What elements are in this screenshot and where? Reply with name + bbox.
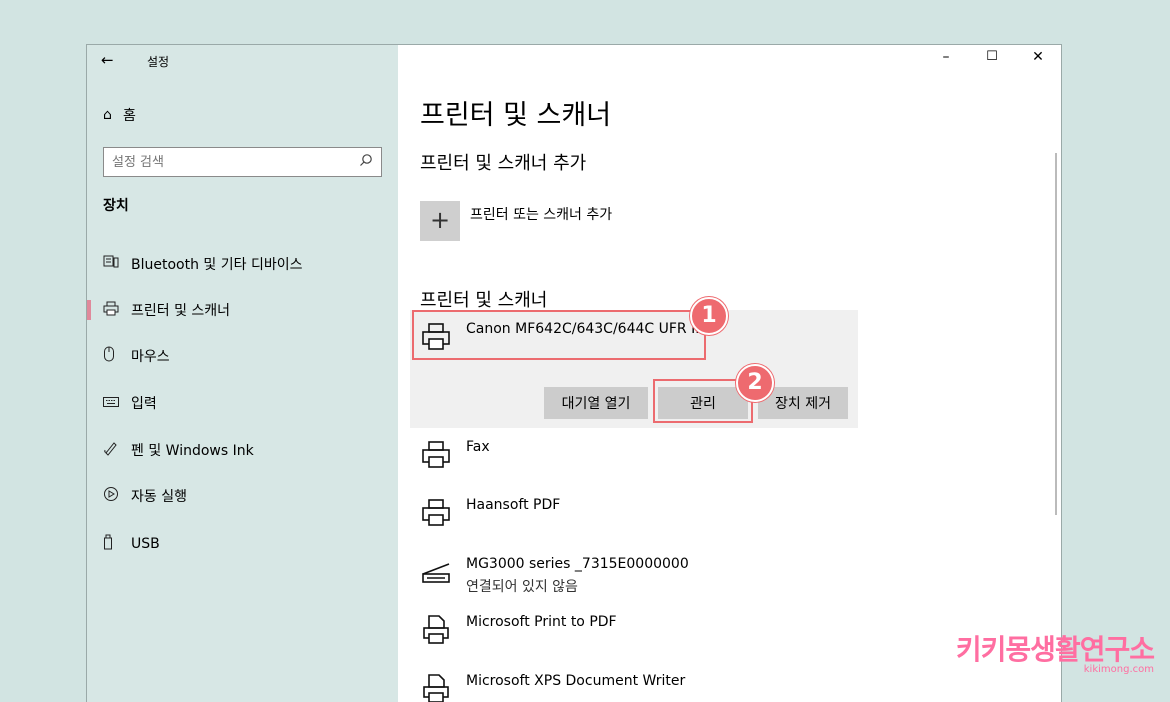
sidebar-item-printers[interactable]: 프린터 및 스캐너 (87, 299, 231, 321)
sidebar-item-pen[interactable]: 펜 및 Windows Ink (103, 439, 254, 461)
maximize-button[interactable]: ☐ (969, 49, 1015, 71)
step-badge-1: 1 (690, 297, 728, 335)
sidebar-item-mouse[interactable]: 마우스 (103, 345, 170, 367)
device-name: Microsoft XPS Document Writer (466, 673, 686, 689)
add-printer-label[interactable]: 프린터 또는 스캐너 추가 (470, 204, 612, 224)
home-icon: ⌂ (103, 107, 112, 123)
sidebar-item-label: Bluetooth 및 기타 디바이스 (131, 257, 303, 273)
bluetooth-device-icon (103, 255, 131, 273)
printer-icon (420, 497, 466, 533)
device-name: Haansoft PDF (466, 497, 561, 513)
keyboard-icon (103, 396, 131, 411)
sidebar-item-bluetooth[interactable]: Bluetooth 및 기타 디바이스 (103, 253, 302, 275)
sidebar: ← 설정 ⌂ 홈 장치 Bluetooth 및 기타 디바이스 프린터 및 스캐… (87, 45, 398, 702)
step-badge-2: 2 (736, 364, 774, 402)
nav-home[interactable]: ⌂ 홈 (103, 105, 136, 125)
sidebar-item-usb[interactable]: USB (103, 533, 160, 555)
sidebar-item-label: 자동 실행 (131, 489, 187, 505)
sidebar-item-label: 입력 (131, 396, 157, 412)
sidebar-item-label: 펜 및 Windows Ink (131, 443, 254, 459)
back-arrow-icon[interactable]: ← (101, 51, 114, 69)
scanner-icon (420, 556, 466, 596)
sidebar-item-input[interactable]: 입력 (103, 392, 157, 414)
section-label: 장치 (103, 198, 129, 214)
printer-icon (420, 439, 466, 475)
plus-icon: + (429, 206, 451, 234)
mouse-icon (103, 346, 131, 366)
watermark-text: 키키몽생활연구소 (955, 633, 1155, 666)
search-input[interactable] (112, 154, 352, 170)
close-button[interactable]: ✕ (1015, 49, 1061, 71)
document-printer-icon (420, 614, 466, 650)
add-section-title: 프린터 및 스캐너 추가 (420, 153, 587, 174)
settings-window: ← 설정 ⌂ 홈 장치 Bluetooth 및 기타 디바이스 프린터 및 스캐… (86, 44, 1062, 702)
sidebar-item-label: 마우스 (131, 349, 170, 365)
watermark: 키키몽생활연구소 kikimong.com (955, 628, 1155, 675)
app-title: 설정 (147, 55, 170, 69)
open-queue-button[interactable]: 대기열 열기 (544, 387, 648, 419)
pen-icon (103, 440, 131, 460)
sidebar-item-label: 프린터 및 스캐너 (131, 303, 231, 319)
document-printer-icon (420, 673, 466, 702)
printer-icon (103, 301, 131, 320)
device-item-haansoft[interactable]: Haansoft PDF (420, 497, 860, 533)
autoplay-icon (103, 486, 131, 506)
device-status: 연결되어 있지 않음 (466, 579, 578, 595)
device-name: Fax (466, 439, 490, 455)
sidebar-item-autoplay[interactable]: 자동 실행 (103, 485, 187, 507)
search-box[interactable] (103, 147, 382, 177)
sidebar-item-label: USB (131, 536, 160, 552)
nav-home-label: 홈 (123, 108, 136, 124)
highlight-device-box (412, 310, 706, 360)
scrollbar[interactable] (1055, 153, 1057, 515)
device-item-fax[interactable]: Fax (420, 439, 860, 475)
device-name: Microsoft Print to PDF (466, 614, 617, 630)
device-item-mg3000[interactable]: MG3000 series _7315E0000000 연결되어 있지 않음 (420, 556, 860, 596)
device-name: MG3000 series _7315E0000000 (466, 556, 689, 572)
device-item-ms-pdf[interactable]: Microsoft Print to PDF (420, 614, 860, 650)
add-printer-button[interactable]: + (420, 201, 460, 241)
minimize-button[interactable]: – (923, 49, 969, 71)
list-section-title: 프린터 및 스캐너 (420, 290, 548, 311)
main-content: – ☐ ✕ 프린터 및 스캐너 프린터 및 스캐너 추가 + 프린터 또는 스캐… (398, 45, 1061, 702)
search-icon (359, 153, 373, 171)
device-item-ms-xps[interactable]: Microsoft XPS Document Writer (420, 673, 860, 702)
usb-icon (103, 534, 131, 554)
page-title: 프린터 및 스캐너 (420, 100, 612, 131)
